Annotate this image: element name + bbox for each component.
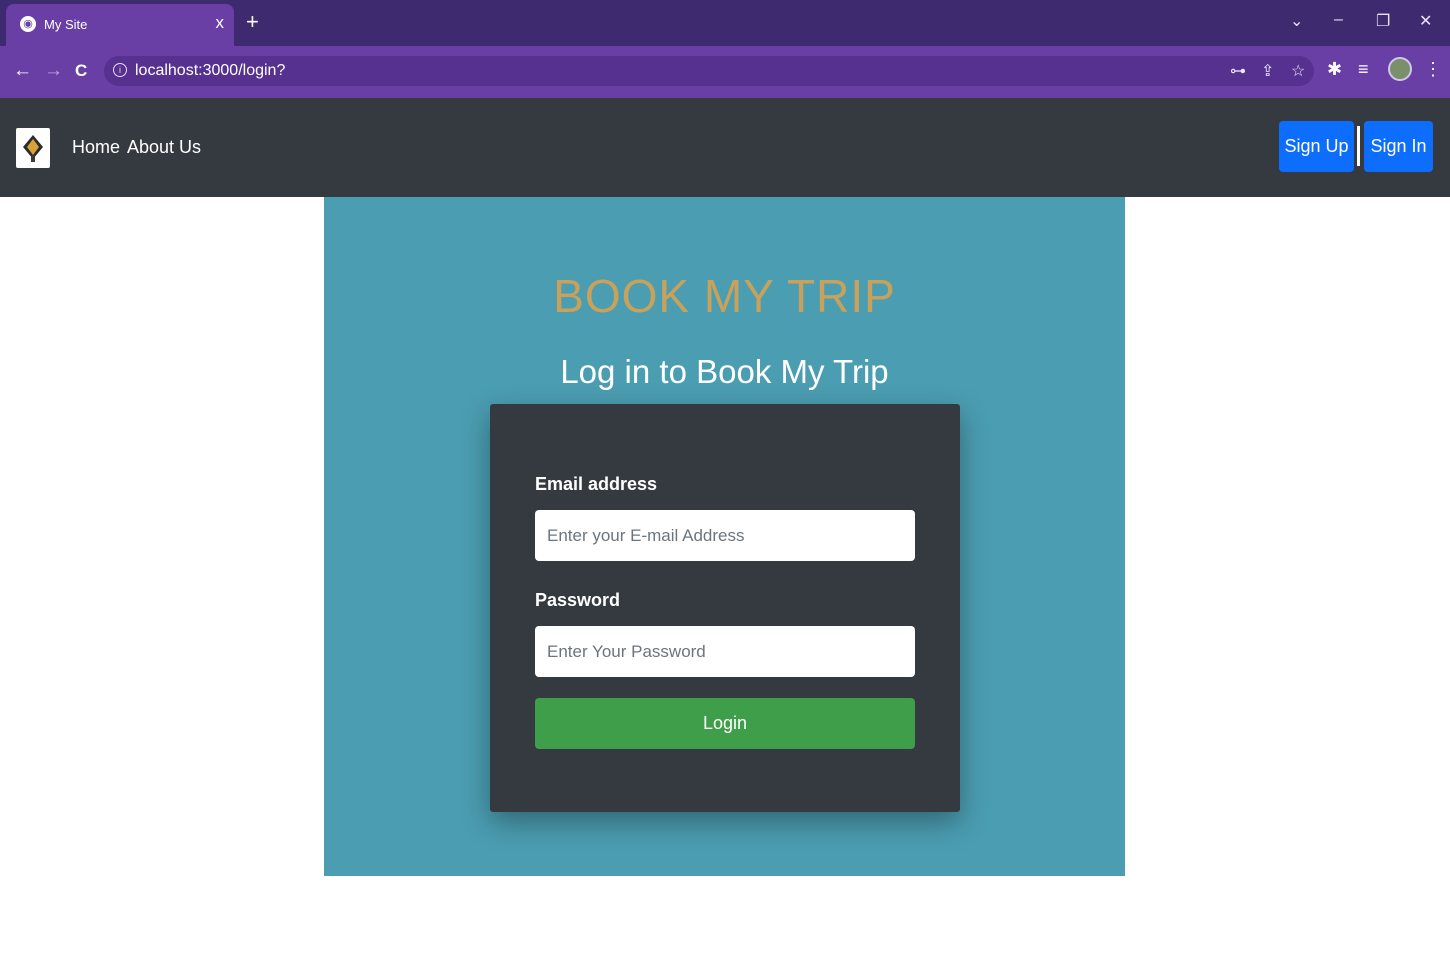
- restore-icon[interactable]: ❐: [1376, 11, 1390, 31]
- address-url[interactable]: localhost:3000/login?: [135, 62, 285, 80]
- email-field[interactable]: [535, 510, 915, 561]
- site-logo[interactable]: [16, 128, 50, 168]
- login-card: Email address Password Login: [490, 404, 960, 812]
- browser-toolbar: ← → C i localhost:3000/login? ⊶ ⇪ ☆ ✱ ≡ …: [0, 46, 1450, 98]
- forward-icon[interactable]: →: [44, 60, 63, 82]
- tab-close-icon[interactable]: x: [216, 13, 225, 33]
- new-tab-icon[interactable]: +: [246, 9, 259, 35]
- sign-in-button[interactable]: Sign In: [1364, 121, 1433, 172]
- nav-link-about-us[interactable]: About Us: [127, 137, 201, 158]
- hero-section: BOOK MY TRIP Log in to Book My Trip Emai…: [324, 197, 1125, 876]
- site-info-icon[interactable]: i: [113, 63, 127, 77]
- address-bar[interactable]: i localhost:3000/login? ⊶ ⇪ ☆: [104, 56, 1314, 86]
- globe-icon: ◉: [20, 16, 36, 32]
- reading-list-icon[interactable]: ≡: [1358, 59, 1369, 80]
- profile-avatar[interactable]: [1388, 57, 1412, 81]
- close-window-icon[interactable]: ✕: [1419, 11, 1432, 31]
- password-field[interactable]: [535, 626, 915, 677]
- nav-divider: [1357, 126, 1360, 166]
- email-label: Email address: [535, 474, 658, 494]
- browser-tab-bar: ◉ My Site x + ⌄ – ❐ ✕: [0, 0, 1450, 46]
- extensions-icon[interactable]: ✱: [1327, 59, 1342, 80]
- key-icon[interactable]: ⊶: [1230, 61, 1246, 81]
- back-icon[interactable]: ←: [13, 60, 32, 82]
- reload-icon[interactable]: C: [75, 61, 87, 81]
- minimize-icon[interactable]: –: [1334, 11, 1343, 29]
- password-label: Password: [535, 590, 621, 610]
- menu-icon[interactable]: ⋮: [1424, 59, 1442, 80]
- site-navbar: Home About Us Sign Up Sign In: [0, 98, 1450, 197]
- logo-icon: [23, 135, 43, 162]
- tab-title: My Site: [44, 17, 88, 32]
- tab-search-icon[interactable]: ⌄: [1290, 11, 1303, 31]
- sign-up-button[interactable]: Sign Up: [1279, 121, 1354, 172]
- page-title: Log in to Book My Trip: [560, 353, 889, 390]
- browser-tab[interactable]: ◉ My Site x: [6, 4, 234, 46]
- brand-heading: BOOK MY TRIP: [553, 270, 896, 322]
- login-button[interactable]: Login: [535, 698, 915, 749]
- star-icon[interactable]: ☆: [1291, 61, 1305, 81]
- share-icon[interactable]: ⇪: [1261, 61, 1274, 81]
- nav-link-home[interactable]: Home: [72, 137, 120, 158]
